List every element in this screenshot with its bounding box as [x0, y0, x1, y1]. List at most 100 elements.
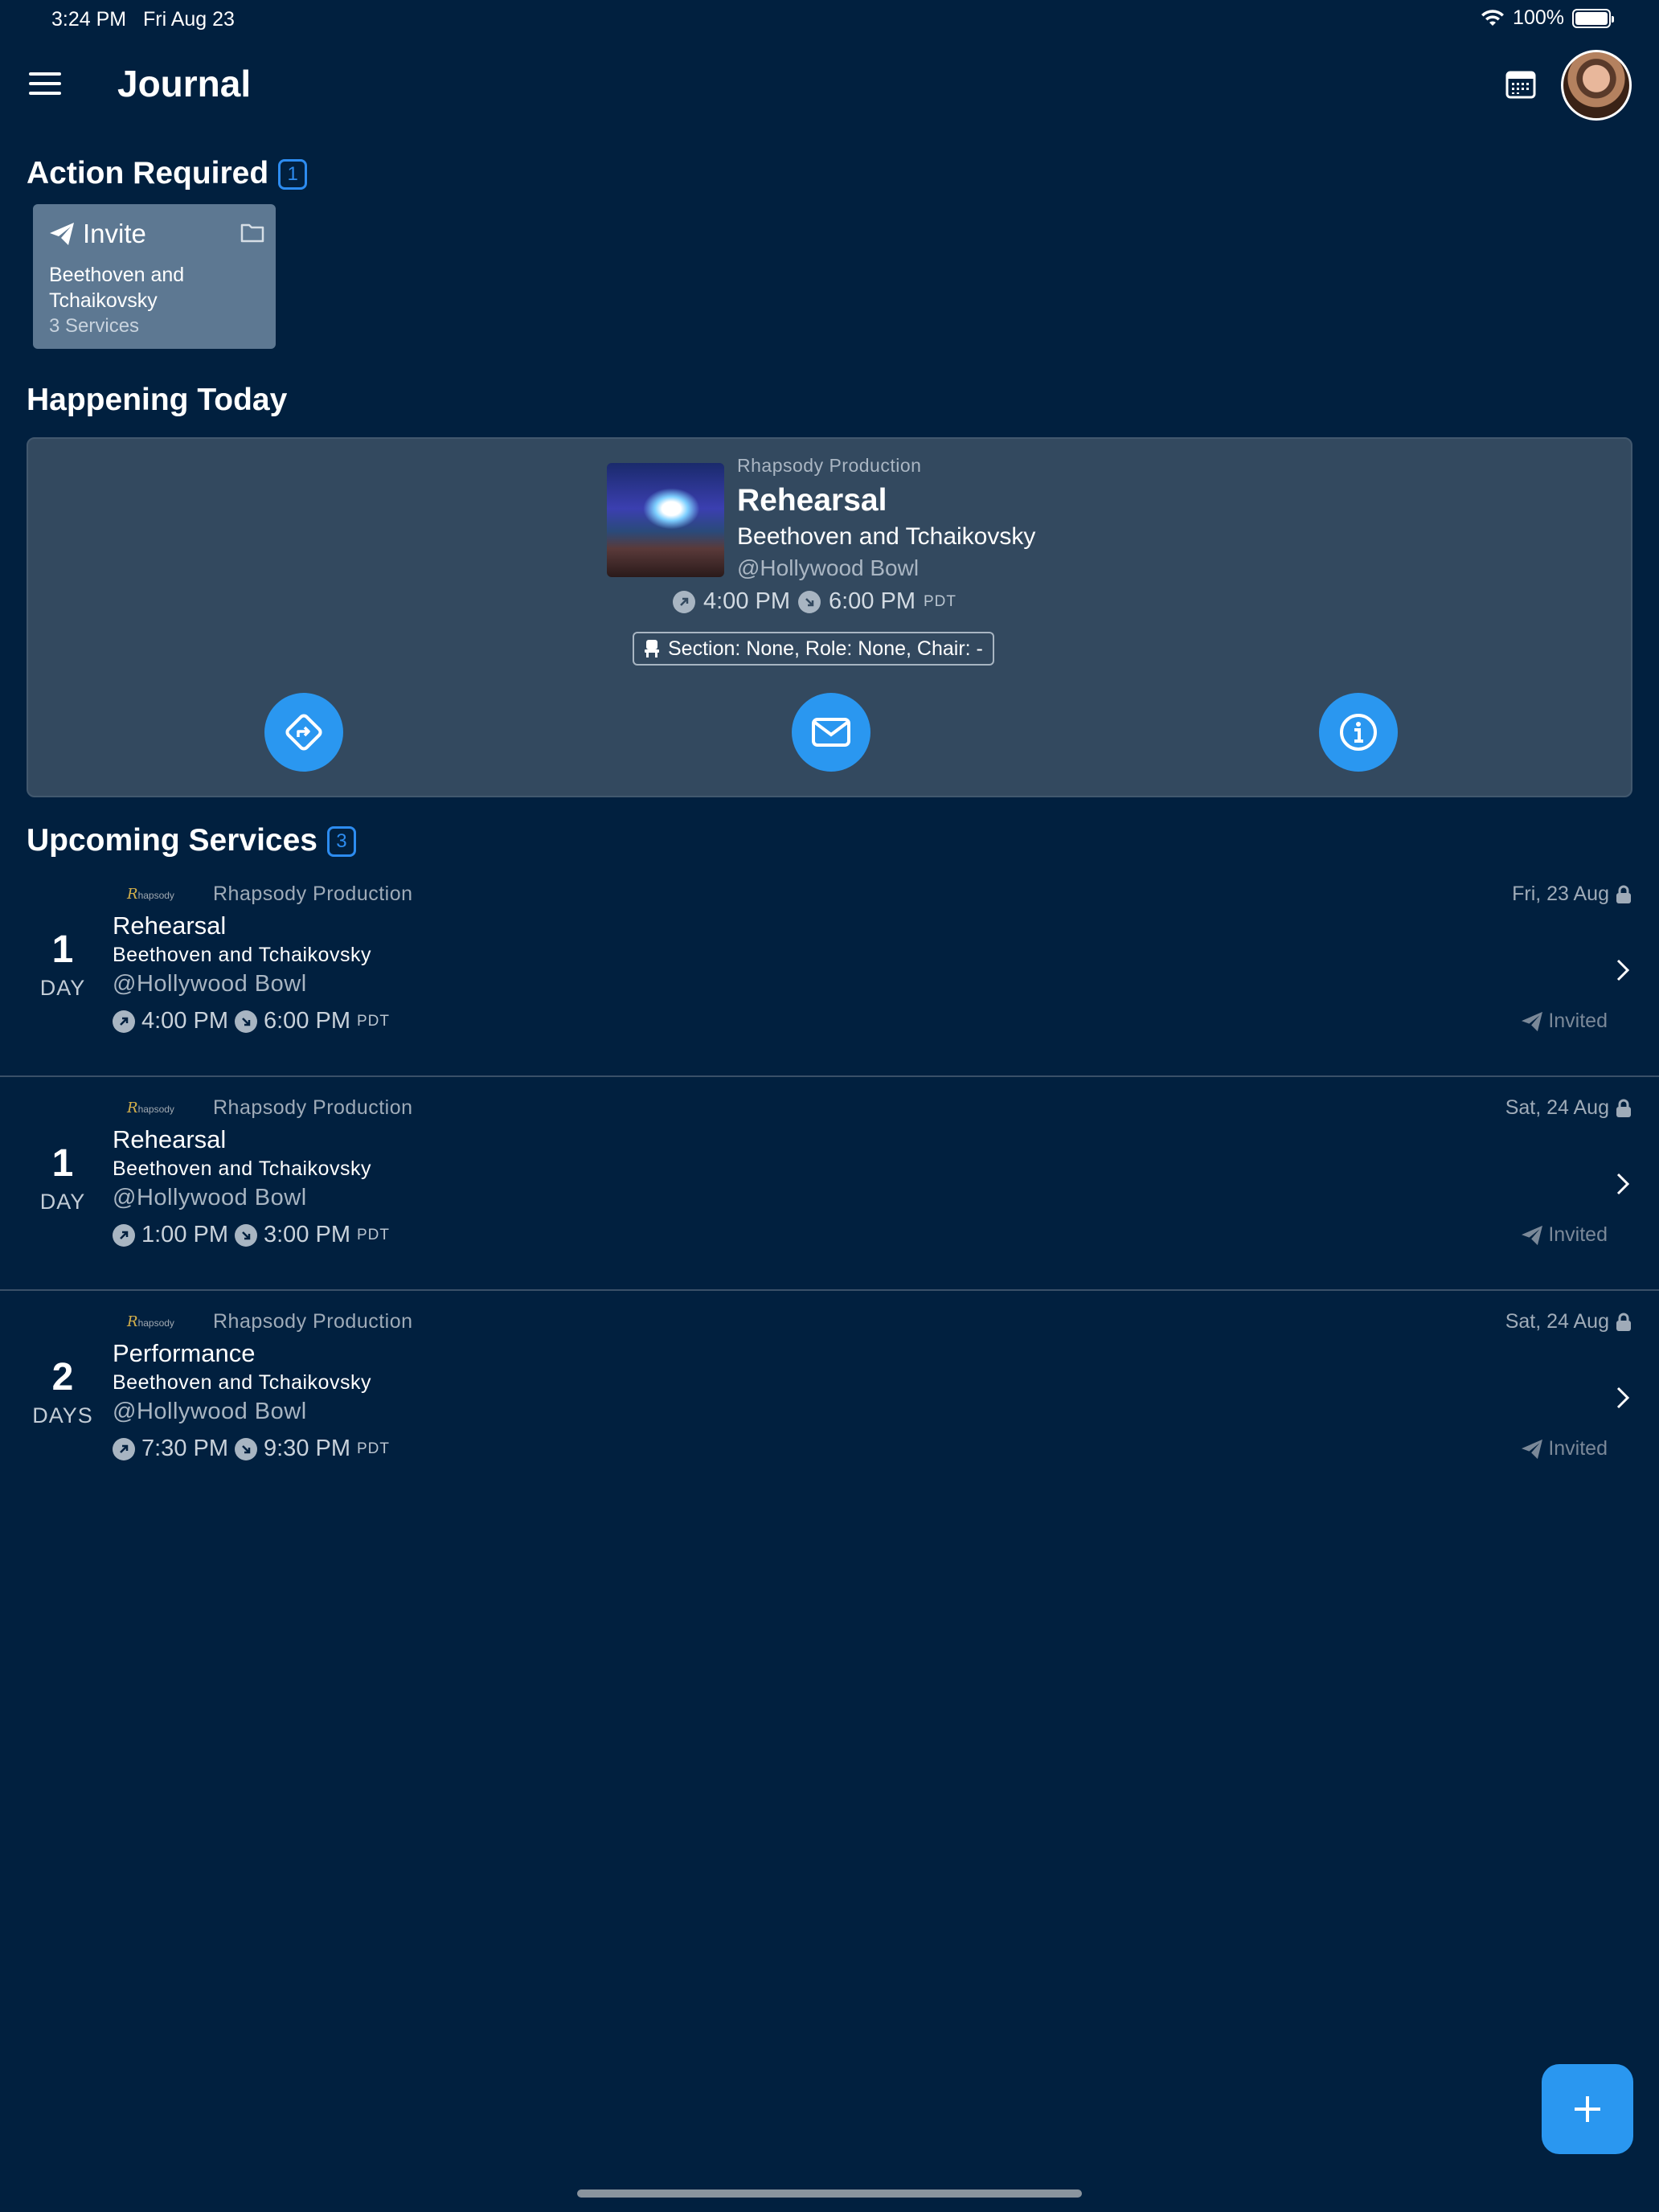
- upcoming-services-heading: Upcoming Services 3: [27, 823, 356, 858]
- info-icon: [1340, 714, 1377, 751]
- service-program: Beethoven and Tchaikovsky: [113, 1371, 371, 1394]
- chevron-right-icon[interactable]: [1614, 958, 1632, 982]
- days-until-count: 2: [51, 1356, 74, 1399]
- service-row[interactable]: Rhapsody Rhapsody Production Sat, 24 Aug…: [0, 1291, 1659, 1505]
- service-status: Invited: [1521, 1223, 1608, 1247]
- today-event-title: Rehearsal: [737, 483, 887, 518]
- service-program: Beethoven and Tchaikovsky: [113, 1157, 371, 1180]
- lock-icon: [1616, 1099, 1631, 1117]
- action-required-count-badge: 1: [278, 159, 308, 190]
- assignment-chip: Section: None, Role: None, Chair: -: [633, 632, 994, 666]
- wifi-icon: [1481, 9, 1505, 26]
- service-date: Fri, 23 Aug: [1512, 883, 1632, 906]
- invite-card-type: Invite: [83, 219, 146, 248]
- happening-today-card[interactable]: Rhapsody Production Rehearsal Beethoven …: [27, 437, 1632, 797]
- start-time-icon: [113, 1010, 135, 1033]
- service-end-time: 9:30 PM: [264, 1436, 350, 1461]
- directions-button[interactable]: [264, 693, 343, 772]
- service-end-time: 3:00 PM: [264, 1222, 350, 1247]
- today-venue: @Hollywood Bowl: [737, 555, 920, 580]
- end-time-icon: [235, 1437, 257, 1460]
- assignment-text: Section: None, Role: None, Chair: -: [668, 637, 983, 660]
- today-timezone: PDT: [924, 592, 956, 610]
- battery-percent: 100%: [1513, 6, 1564, 29]
- days-until-unit: DAYS: [32, 1403, 93, 1428]
- info-button[interactable]: [1319, 693, 1398, 772]
- page-title: Journal: [117, 63, 252, 104]
- paper-plane-icon: [50, 223, 74, 245]
- service-end-time: 6:00 PM: [264, 1008, 350, 1034]
- action-required-title: Action Required: [27, 156, 269, 190]
- days-until-unit: DAY: [39, 976, 86, 1000]
- lock-icon: [1616, 885, 1631, 903]
- service-times: 7:30 PM 9:30 PM PDT: [113, 1436, 390, 1462]
- action-required-heading: Action Required 1: [27, 156, 308, 191]
- journal-screen: 3:24 PM Fri Aug 23 100% Journal Action R…: [0, 0, 1659, 2212]
- status-bar: 3:24 PM Fri Aug 23 100%: [0, 0, 1659, 39]
- invite-card[interactable]: Invite Beethoven and Tchaikovsky 3 Servi…: [33, 204, 276, 349]
- today-program: Beethoven and Tchaikovsky: [737, 523, 1036, 550]
- calendar-icon[interactable]: [1505, 68, 1537, 100]
- service-row[interactable]: Rhapsody Rhapsody Production Fri, 23 Aug…: [0, 863, 1659, 1077]
- rhapsody-logo: Rhapsody: [127, 1313, 174, 1330]
- today-end-time: 6:00 PM: [829, 588, 916, 614]
- lock-icon: [1616, 1313, 1631, 1331]
- service-title: Rehearsal: [113, 1125, 227, 1153]
- rhapsody-logo: Rhapsody: [127, 886, 174, 903]
- happening-today-title: Happening Today: [27, 383, 288, 417]
- chevron-right-icon[interactable]: [1614, 1172, 1632, 1196]
- upcoming-services-title: Upcoming Services: [27, 823, 317, 858]
- app-header: Journal: [0, 50, 1659, 121]
- service-timezone: PDT: [357, 1012, 390, 1030]
- today-event-info: Rhapsody Production Rehearsal Beethoven …: [737, 455, 1035, 581]
- rhapsody-logo: Rhapsody: [127, 1100, 174, 1116]
- service-timezone: PDT: [357, 1226, 390, 1243]
- service-venue: @Hollywood Bowl: [113, 1185, 307, 1210]
- chevron-right-icon[interactable]: [1614, 1386, 1632, 1410]
- paper-plane-icon: [1522, 1011, 1543, 1031]
- end-time-icon: [235, 1010, 257, 1033]
- invite-card-services: 3 Services: [49, 315, 140, 337]
- service-org: Rhapsody Production: [213, 1096, 413, 1119]
- hamburger-menu-icon[interactable]: [29, 72, 61, 96]
- end-time-icon: [235, 1223, 257, 1247]
- start-time-icon: [673, 590, 695, 613]
- service-venue: @Hollywood Bowl: [113, 1399, 307, 1424]
- venue-image: [607, 463, 724, 577]
- status-date: Fri Aug 23: [143, 8, 235, 31]
- invite-card-program: Beethoven and Tchaikovsky: [49, 264, 185, 312]
- service-start-time: 4:00 PM: [141, 1008, 228, 1034]
- service-title: Rehearsal: [113, 911, 227, 940]
- status-indicators: 100%: [1481, 6, 1614, 30]
- service-start-time: 1:00 PM: [141, 1222, 228, 1247]
- service-timezone: PDT: [357, 1440, 390, 1457]
- service-status: Invited: [1521, 1010, 1608, 1033]
- service-date: Sat, 24 Aug: [1505, 1096, 1632, 1120]
- service-program: Beethoven and Tchaikovsky: [113, 944, 371, 966]
- service-times: 4:00 PM 6:00 PM PDT: [113, 1008, 390, 1034]
- days-until-count: 1: [51, 928, 74, 971]
- user-avatar[interactable]: [1561, 50, 1632, 121]
- chair-icon: [645, 640, 659, 657]
- service-start-time: 7:30 PM: [141, 1436, 228, 1461]
- invite-card-header: Invite: [49, 219, 260, 249]
- end-time-icon: [798, 590, 821, 613]
- status-time: 3:24 PM: [51, 8, 127, 31]
- add-button[interactable]: [1542, 2064, 1633, 2154]
- home-indicator[interactable]: [577, 2189, 1082, 2198]
- service-venue: @Hollywood Bowl: [113, 971, 307, 997]
- service-times: 1:00 PM 3:00 PM PDT: [113, 1222, 390, 1248]
- today-start-time: 4:00 PM: [703, 588, 790, 614]
- service-row[interactable]: Rhapsody Rhapsody Production Sat, 24 Aug…: [0, 1077, 1659, 1291]
- email-button[interactable]: [792, 693, 870, 772]
- service-title: Performance: [113, 1339, 256, 1367]
- paper-plane-icon: [1522, 1225, 1543, 1245]
- service-org: Rhapsody Production: [213, 883, 413, 905]
- upcoming-services-count-badge: 3: [326, 826, 356, 857]
- start-time-icon: [113, 1223, 135, 1247]
- service-date: Sat, 24 Aug: [1505, 1310, 1632, 1333]
- today-org: Rhapsody Production: [737, 455, 922, 476]
- paper-plane-icon: [1522, 1439, 1543, 1459]
- mail-icon: [812, 718, 850, 747]
- folder-icon[interactable]: [240, 222, 264, 243]
